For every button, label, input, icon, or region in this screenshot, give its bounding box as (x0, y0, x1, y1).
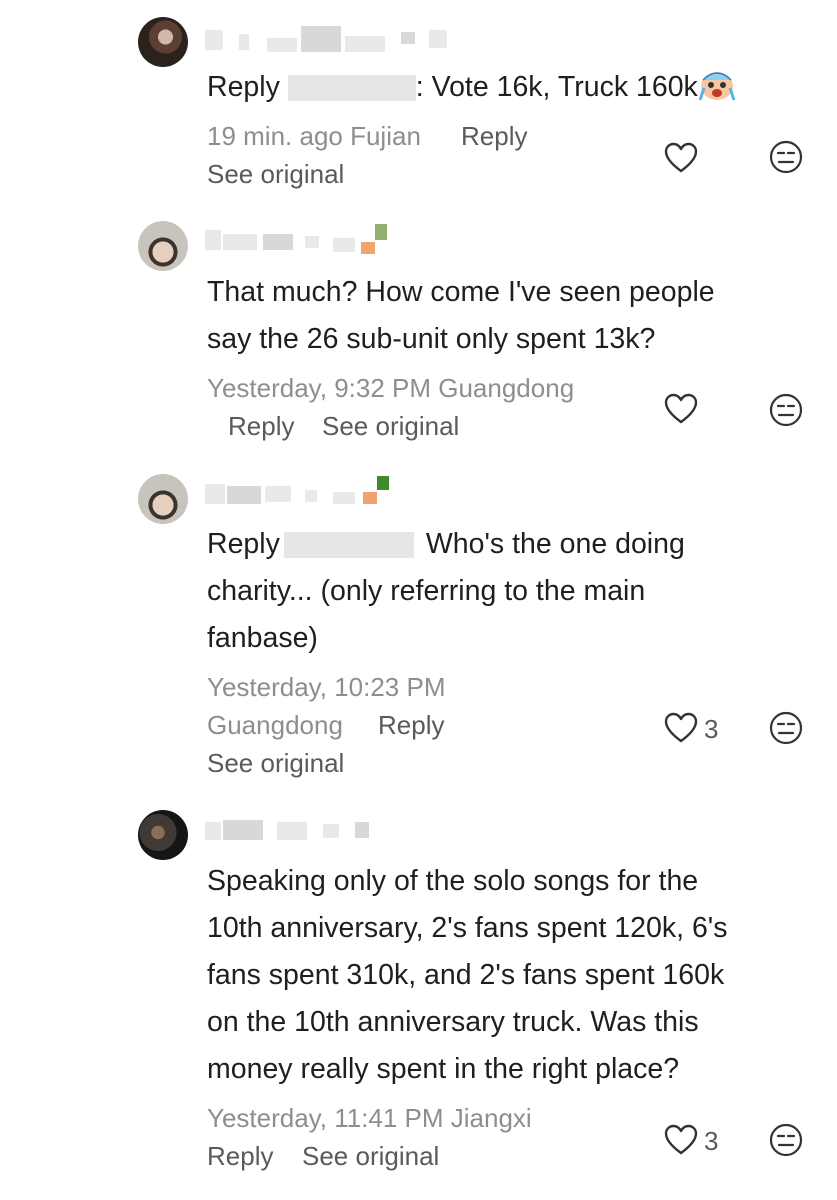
comment-meta: Yesterday, 11:41 PM Jiangxi (207, 1103, 532, 1133)
heart-outline-icon[interactable] (664, 142, 698, 174)
comment-text: Reply Who's the one doing charity... (onl… (207, 528, 685, 654)
see-original-link[interactable]: See original (322, 407, 459, 445)
heart-outline-icon[interactable] (664, 1124, 698, 1156)
comment-text: Reply : Vote 16k, Truck 160k (207, 64, 797, 111)
like-count: 3 (704, 714, 719, 744)
heart-outline-icon[interactable] (664, 712, 698, 744)
heart-outline-icon[interactable] (664, 393, 698, 425)
comment-meta: 19 min. ago Fujian (207, 121, 421, 151)
username-redacted[interactable] (205, 476, 395, 506)
reply-target-redacted[interactable] (287, 75, 416, 102)
reply-target-redacted[interactable] (283, 532, 414, 559)
comment-text: Speaking only of the solo songs for the … (207, 865, 728, 1085)
reply-button[interactable]: Reply (378, 706, 444, 744)
comment-meta: Yesterday, 9:32 PM Guangdong (207, 373, 575, 403)
neutral-face-icon[interactable] (769, 1123, 803, 1157)
username-redacted[interactable] (205, 24, 465, 54)
see-original-link[interactable]: See original (207, 155, 344, 193)
avatar[interactable] (138, 474, 188, 524)
username-redacted[interactable] (205, 814, 385, 844)
crying-face-emoji-icon (698, 72, 736, 101)
see-original-link[interactable]: See original (302, 1137, 439, 1175)
see-original-link[interactable]: See original (207, 744, 344, 782)
avatar[interactable] (138, 810, 188, 860)
avatar[interactable] (138, 17, 188, 67)
avatar[interactable] (138, 221, 188, 271)
comment-text: That much? How come I've seen people say… (207, 276, 715, 355)
neutral-face-icon[interactable] (769, 140, 803, 174)
reply-button[interactable]: Reply (228, 407, 294, 445)
comment-time: Yesterday, 10:23 PM (207, 672, 446, 702)
reply-button[interactable]: Reply (207, 1137, 273, 1175)
reply-button[interactable]: Reply (461, 117, 527, 155)
neutral-face-icon[interactable] (769, 711, 803, 745)
neutral-face-icon[interactable] (769, 393, 803, 427)
comment-location: Guangdong (207, 710, 343, 740)
like-count: 3 (704, 1126, 719, 1156)
username-redacted[interactable] (205, 224, 395, 254)
